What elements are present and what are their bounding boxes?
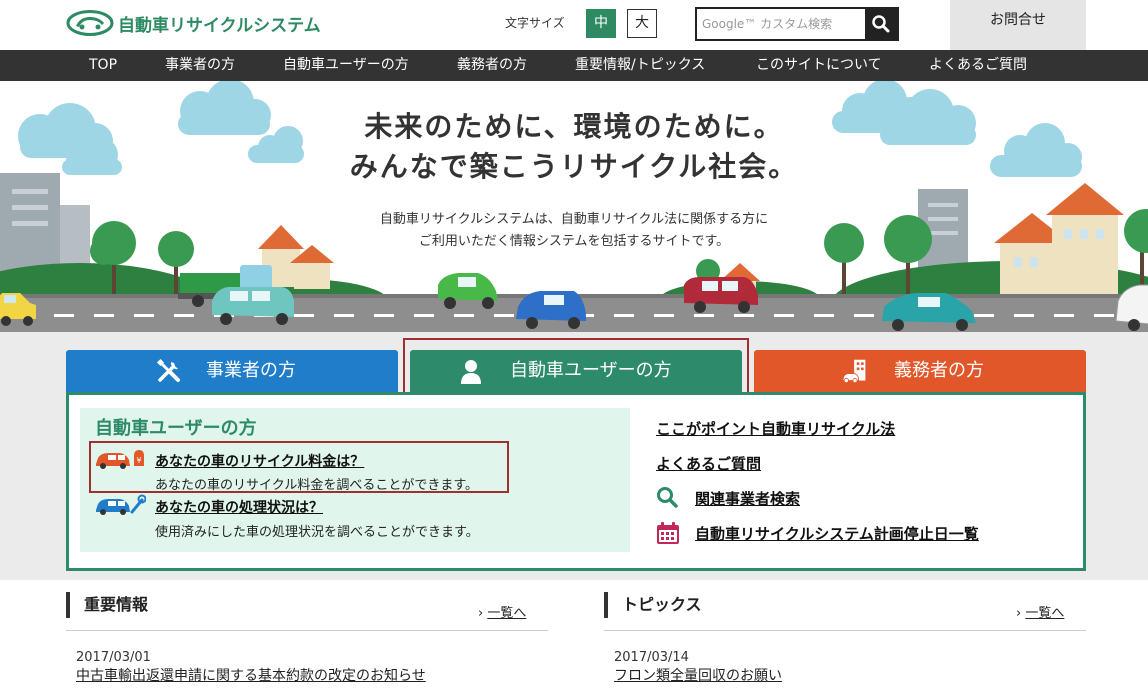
- hero-title-line2: みんなで築こうリサイクル社会。: [349, 150, 799, 183]
- car-fee-icon: ¥: [96, 450, 144, 469]
- important-info-date: 2017/03/01: [76, 650, 151, 665]
- tab-obligors[interactable]: 義務者の方: [754, 350, 1086, 392]
- nav-item-faq[interactable]: よくあるご質問: [929, 50, 1027, 81]
- nav-item-car-users[interactable]: 自動車ユーザーの方: [283, 50, 409, 81]
- topics-more-label: 一覧へ: [1025, 606, 1065, 621]
- logo-text: 自動車リサイクルシステム: [118, 15, 321, 36]
- nav-item-important-topics[interactable]: 重要情報/トピックス: [575, 50, 705, 81]
- topics-more-link[interactable]: › 一覧へ: [1016, 602, 1064, 621]
- nav-item-top[interactable]: TOP: [89, 50, 117, 81]
- important-info-heading: 重要情報: [66, 592, 148, 618]
- logo-mark-icon: [66, 10, 114, 36]
- search-input[interactable]: [697, 9, 865, 39]
- global-nav: TOP 事業者の方 自動車ユーザーの方 義務者の方 重要情報/トピックス このサ…: [0, 50, 1148, 81]
- font-size-medium-button[interactable]: 中: [586, 9, 616, 38]
- system-outage-schedule-link[interactable]: 自動車リサイクルシステム計画停止日一覧: [695, 523, 979, 544]
- font-size-label: 文字サイズ: [505, 16, 565, 30]
- recycling-fee-link[interactable]: あなたの車のリサイクル料金は？: [155, 451, 364, 471]
- processing-status-link[interactable]: あなたの車の処理状況は？: [155, 497, 323, 517]
- nav-item-obligors[interactable]: 義務者の方: [457, 50, 527, 81]
- tools-icon: [156, 358, 180, 382]
- tab-obligors-label: 義務者の方: [894, 360, 984, 381]
- hero-description-line2: ご利用いただく情報システムを包括するサイトです。: [418, 234, 730, 249]
- tab-car-users-label: 自動車ユーザーの方: [510, 360, 672, 381]
- hero-banner: 未来のために、環境のために。 みんなで築こうリサイクル社会。 自動車リサイクルシ…: [0, 81, 1148, 332]
- recycling-law-points-link[interactable]: ここがポイント自動車リサイクル法: [656, 418, 895, 439]
- panel-heading: 自動車ユーザーの方: [95, 418, 257, 439]
- processing-status-description: 使用済みにした車の処理状況を調べることができます。: [155, 525, 479, 540]
- tab-business-label: 事業者の方: [206, 360, 296, 381]
- important-info-more-label: 一覧へ: [487, 606, 527, 621]
- topics-heading: トピックス: [604, 592, 702, 618]
- recycling-fee-description: あなたの車のリサイクル料金を調べることができます。: [155, 478, 479, 493]
- person-icon: [461, 360, 481, 384]
- topics-date: 2017/03/14: [614, 650, 689, 665]
- search-box: [695, 7, 899, 41]
- search-button[interactable]: [865, 9, 897, 39]
- divider: [604, 630, 1086, 631]
- car-repair-icon: [96, 494, 146, 515]
- tab-car-users[interactable]: 自動車ユーザーの方: [410, 350, 742, 392]
- nav-item-business[interactable]: 事業者の方: [165, 50, 235, 81]
- important-info-more-link[interactable]: › 一覧へ: [478, 602, 526, 621]
- calendar-icon: [657, 522, 679, 544]
- hero-title-line1: 未来のために、環境のために。: [364, 110, 784, 143]
- search-icon: [872, 15, 890, 33]
- contact-button[interactable]: お問合せ: [950, 0, 1086, 50]
- hero-description-line1: 自動車リサイクルシステムは、自動車リサイクル法に関係する方に: [379, 212, 769, 227]
- site-logo[interactable]: 自動車リサイクルシステム: [66, 8, 321, 38]
- search-icon: [657, 487, 678, 508]
- tab-business-operators[interactable]: 事業者の方: [66, 350, 398, 392]
- nav-item-about[interactable]: このサイトについて: [756, 50, 882, 81]
- faq-link[interactable]: よくあるご質問: [656, 453, 761, 474]
- svg-text:¥: ¥: [136, 456, 141, 465]
- building-car-icon: [842, 359, 866, 384]
- topics-title-link[interactable]: フロン類全量回収のお願い: [614, 665, 782, 685]
- related-business-search-link[interactable]: 関連事業者検索: [695, 488, 800, 509]
- divider: [66, 630, 548, 631]
- site-header: 自動車リサイクルシステム 文字サイズ 中 大 お問合せ: [0, 0, 1148, 50]
- font-size-large-button[interactable]: 大: [627, 9, 657, 38]
- important-info-title-link[interactable]: 中古車輸出返還申請に関する基本約款の改定のお知らせ: [76, 665, 426, 685]
